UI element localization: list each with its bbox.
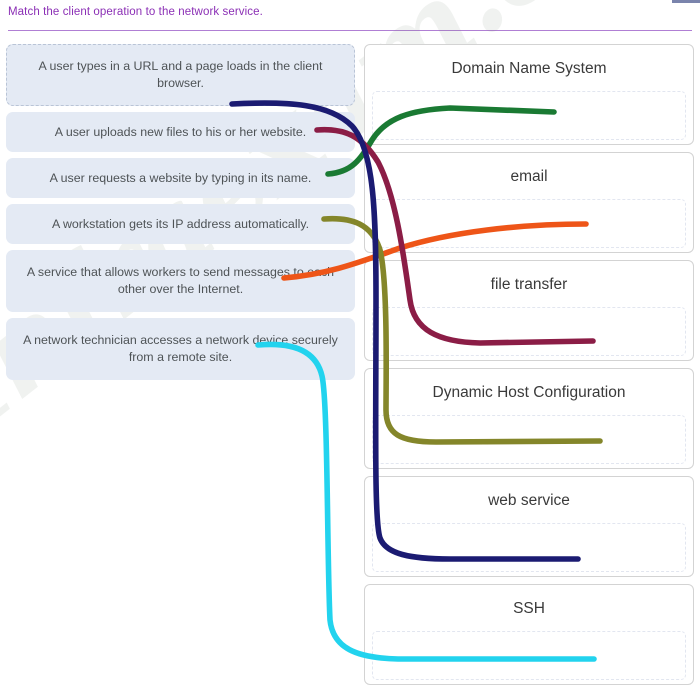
drag-item[interactable]: A user uploads new files to his or her w…	[6, 112, 355, 152]
drag-item-label: A user types in a URL and a page loads i…	[38, 59, 323, 90]
drop-target-card[interactable]: SSH	[364, 584, 694, 685]
drag-item[interactable]: A service that allows workers to send me…	[6, 250, 355, 312]
drag-item[interactable]: A user types in a URL and a page loads i…	[6, 44, 355, 106]
drop-target-card[interactable]: Domain Name System	[364, 44, 694, 145]
match-question-screen: Match the client operation to the networ…	[0, 0, 700, 693]
drop-zone[interactable]	[372, 631, 686, 680]
drop-target-card[interactable]: Dynamic Host Configuration	[364, 368, 694, 469]
network-services-column: Domain Name System email file transfer D…	[364, 44, 694, 692]
drop-target-card[interactable]: file transfer	[364, 260, 694, 361]
drop-target-title: file transfer	[490, 276, 568, 293]
drop-target-title: Domain Name System	[451, 60, 607, 77]
drop-zone[interactable]	[372, 307, 686, 356]
drop-target-title: web service	[488, 492, 570, 509]
drop-target-card[interactable]: web service	[364, 476, 694, 577]
question-header: Match the client operation to the networ…	[0, 0, 700, 32]
drag-item-label: A workstation gets its IP address automa…	[51, 216, 310, 231]
drop-zone[interactable]	[372, 91, 686, 140]
drop-target-title: Dynamic Host Configuration	[432, 384, 626, 401]
drop-target-title: SSH	[513, 600, 545, 617]
drag-item-label: A service that allows workers to send me…	[26, 265, 335, 296]
header-divider	[8, 30, 692, 31]
drop-target-card[interactable]: email	[364, 152, 694, 253]
drag-item[interactable]: A user requests a website by typing in i…	[6, 158, 355, 198]
drag-item-label: A user requests a website by typing in i…	[49, 170, 312, 185]
drop-zone[interactable]	[372, 523, 686, 572]
drag-item[interactable]: A network technician accesses a network …	[6, 318, 355, 380]
client-operations-column: A user types in a URL and a page loads i…	[6, 44, 355, 386]
drop-zone[interactable]	[372, 415, 686, 464]
drag-item-label: A network technician accesses a network …	[23, 333, 338, 364]
drag-item-label: A user uploads new files to his or her w…	[54, 124, 307, 139]
drag-item[interactable]: A workstation gets its IP address automa…	[6, 204, 355, 244]
drop-target-title: email	[510, 168, 548, 185]
question-prompt: Match the client operation to the networ…	[8, 6, 263, 18]
drop-zone[interactable]	[372, 199, 686, 248]
